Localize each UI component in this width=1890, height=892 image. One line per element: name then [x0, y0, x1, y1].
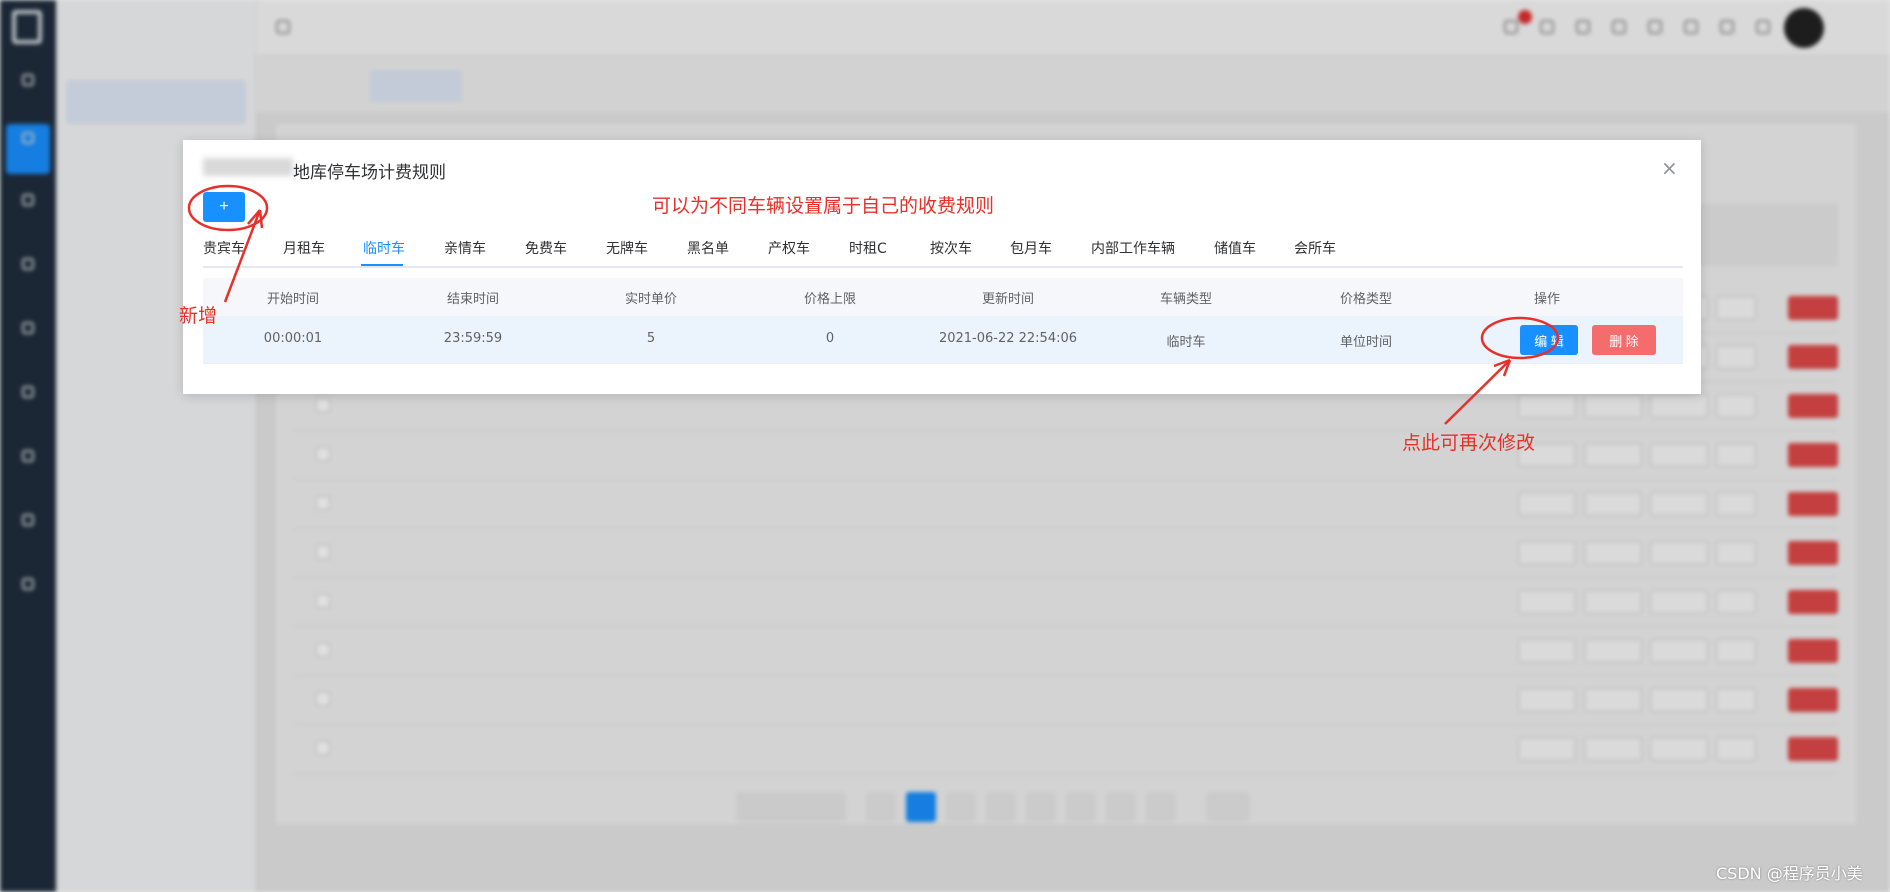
page-current — [906, 792, 936, 822]
billing-rule-dialog: 地库停车场计费规则 × + 贵宾车 月租车 临时车 亲情车 免费车 无牌车 黑名… — [183, 140, 1701, 394]
search-icon — [1576, 20, 1590, 34]
col-actions: 操作 — [1533, 292, 1560, 307]
tab-vip[interactable]: 贵宾车 — [203, 238, 245, 258]
app-logo-icon — [12, 10, 42, 44]
watermark: CSDN @程序员小美 — [1716, 864, 1863, 883]
table-row — [294, 627, 1838, 676]
edit-button[interactable]: 编 辑 — [1520, 325, 1578, 355]
table-row — [294, 431, 1838, 480]
table-row — [294, 480, 1838, 529]
col-vehicle-type: 车辆类型 — [1159, 292, 1212, 307]
annotation-rules-note: 可以为不同车辆设置属于自己的收费规则 — [652, 195, 995, 217]
info-icon — [1756, 20, 1770, 34]
tab-monthly[interactable]: 月租车 — [283, 238, 325, 258]
cell-unit-price: 5 — [646, 331, 656, 346]
tab-internal-staff[interactable]: 内部工作车辆 — [1091, 238, 1175, 258]
page-next — [1146, 792, 1176, 822]
top-bar — [256, 0, 1890, 56]
sidebar-item-active — [66, 80, 246, 124]
settings-icon — [1720, 20, 1734, 34]
tab-per-visit[interactable]: 按次车 — [930, 238, 972, 258]
fullscreen-icon — [1648, 20, 1662, 34]
nav-icon-9 — [6, 570, 50, 620]
table-row — [294, 676, 1838, 725]
tab-club[interactable]: 会所车 — [1294, 238, 1336, 258]
nav-icon-4 — [6, 250, 50, 300]
hamburger-icon — [276, 20, 290, 34]
tag-view — [466, 70, 536, 102]
tab-monthly-package[interactable]: 包月车 — [1010, 238, 1052, 258]
rules-table-header: 开始时间 结束时间 实时单价 价格上限 更新时间 车辆类型 价格类型 操作 — [203, 278, 1683, 316]
nav-icon-2 — [6, 124, 50, 174]
sidebar-item — [66, 460, 246, 504]
tag-view — [296, 70, 366, 102]
help-icon — [1612, 20, 1626, 34]
cell-max-price: 0 — [825, 331, 835, 346]
nav-icon-1 — [6, 66, 50, 116]
col-unit-price: 实时单价 — [624, 292, 677, 307]
nav-icon-5 — [6, 314, 50, 364]
annotation-add-note: 新增 — [179, 305, 218, 327]
close-icon[interactable]: × — [1661, 156, 1678, 180]
avatar — [1784, 8, 1824, 48]
vehicle-type-tabs: 贵宾车 月租车 临时车 亲情车 免费车 无牌车 黑名单 产权车 时租C 按次车 … — [203, 230, 1683, 268]
notification-badge — [1518, 10, 1532, 24]
nav-icon-3 — [6, 186, 50, 236]
cell-updated-time: 2021-06-22 22:54:06 — [938, 331, 1078, 346]
table-row — [294, 529, 1838, 578]
cell-end-time: 23:59:59 — [443, 331, 503, 346]
sidebar-item — [66, 406, 246, 450]
tab-free[interactable]: 免费车 — [525, 238, 567, 258]
sidebar — [56, 0, 256, 892]
nav-icon-8 — [6, 506, 50, 556]
bell-icon — [1504, 20, 1518, 34]
tab-hourly-c[interactable]: 时租C — [849, 238, 887, 258]
tab-property[interactable]: 产权车 — [768, 238, 810, 258]
icon-nav-bar — [0, 0, 56, 892]
page-button — [1066, 792, 1096, 822]
table-row — [294, 578, 1838, 627]
tag-view — [552, 70, 662, 102]
col-max-price: 价格上限 — [803, 292, 856, 307]
tag-view-active — [370, 70, 462, 102]
background-app — [0, 0, 1890, 892]
tab-stored-value[interactable]: 储值车 — [1214, 238, 1256, 258]
active-tab-indicator — [361, 264, 403, 266]
tab-temporary[interactable]: 临时车 — [363, 238, 405, 258]
add-rule-button[interactable]: + — [203, 192, 245, 222]
table-row: 00:00:01 23:59:59 5 0 2021-06-22 22:54:0… — [203, 316, 1683, 364]
page-size-select — [736, 792, 846, 822]
col-price-type: 价格类型 — [1339, 292, 1392, 307]
col-updated-time: 更新时间 — [981, 292, 1034, 307]
redacted-lot-name — [203, 158, 293, 176]
col-start-time: 开始时间 — [266, 292, 319, 307]
page-button — [986, 792, 1016, 822]
dialog-title: 地库停车场计费规则 — [293, 163, 446, 183]
annotation-edit-note: 点此可再次修改 — [1402, 432, 1536, 454]
tags-bar — [256, 56, 1890, 112]
tab-family[interactable]: 亲情车 — [444, 238, 486, 258]
nav-icon-7 — [6, 442, 50, 492]
home-icon — [1540, 20, 1554, 34]
cell-price-type: 单位时间 — [1339, 335, 1392, 350]
page-prev — [866, 792, 896, 822]
col-end-time: 结束时间 — [446, 292, 499, 307]
page-jump-input — [1206, 792, 1250, 822]
delete-button[interactable]: 删 除 — [1592, 325, 1656, 355]
cell-vehicle-type: 临时车 — [1166, 335, 1206, 350]
page-button — [1026, 792, 1056, 822]
table-row — [294, 725, 1838, 774]
page-button — [946, 792, 976, 822]
tab-no-plate[interactable]: 无牌车 — [606, 238, 648, 258]
nav-icon-6 — [6, 378, 50, 428]
language-icon — [1684, 20, 1698, 34]
page-button — [1106, 792, 1136, 822]
tab-blacklist[interactable]: 黑名单 — [687, 238, 729, 258]
cell-start-time: 00:00:01 — [263, 331, 323, 346]
